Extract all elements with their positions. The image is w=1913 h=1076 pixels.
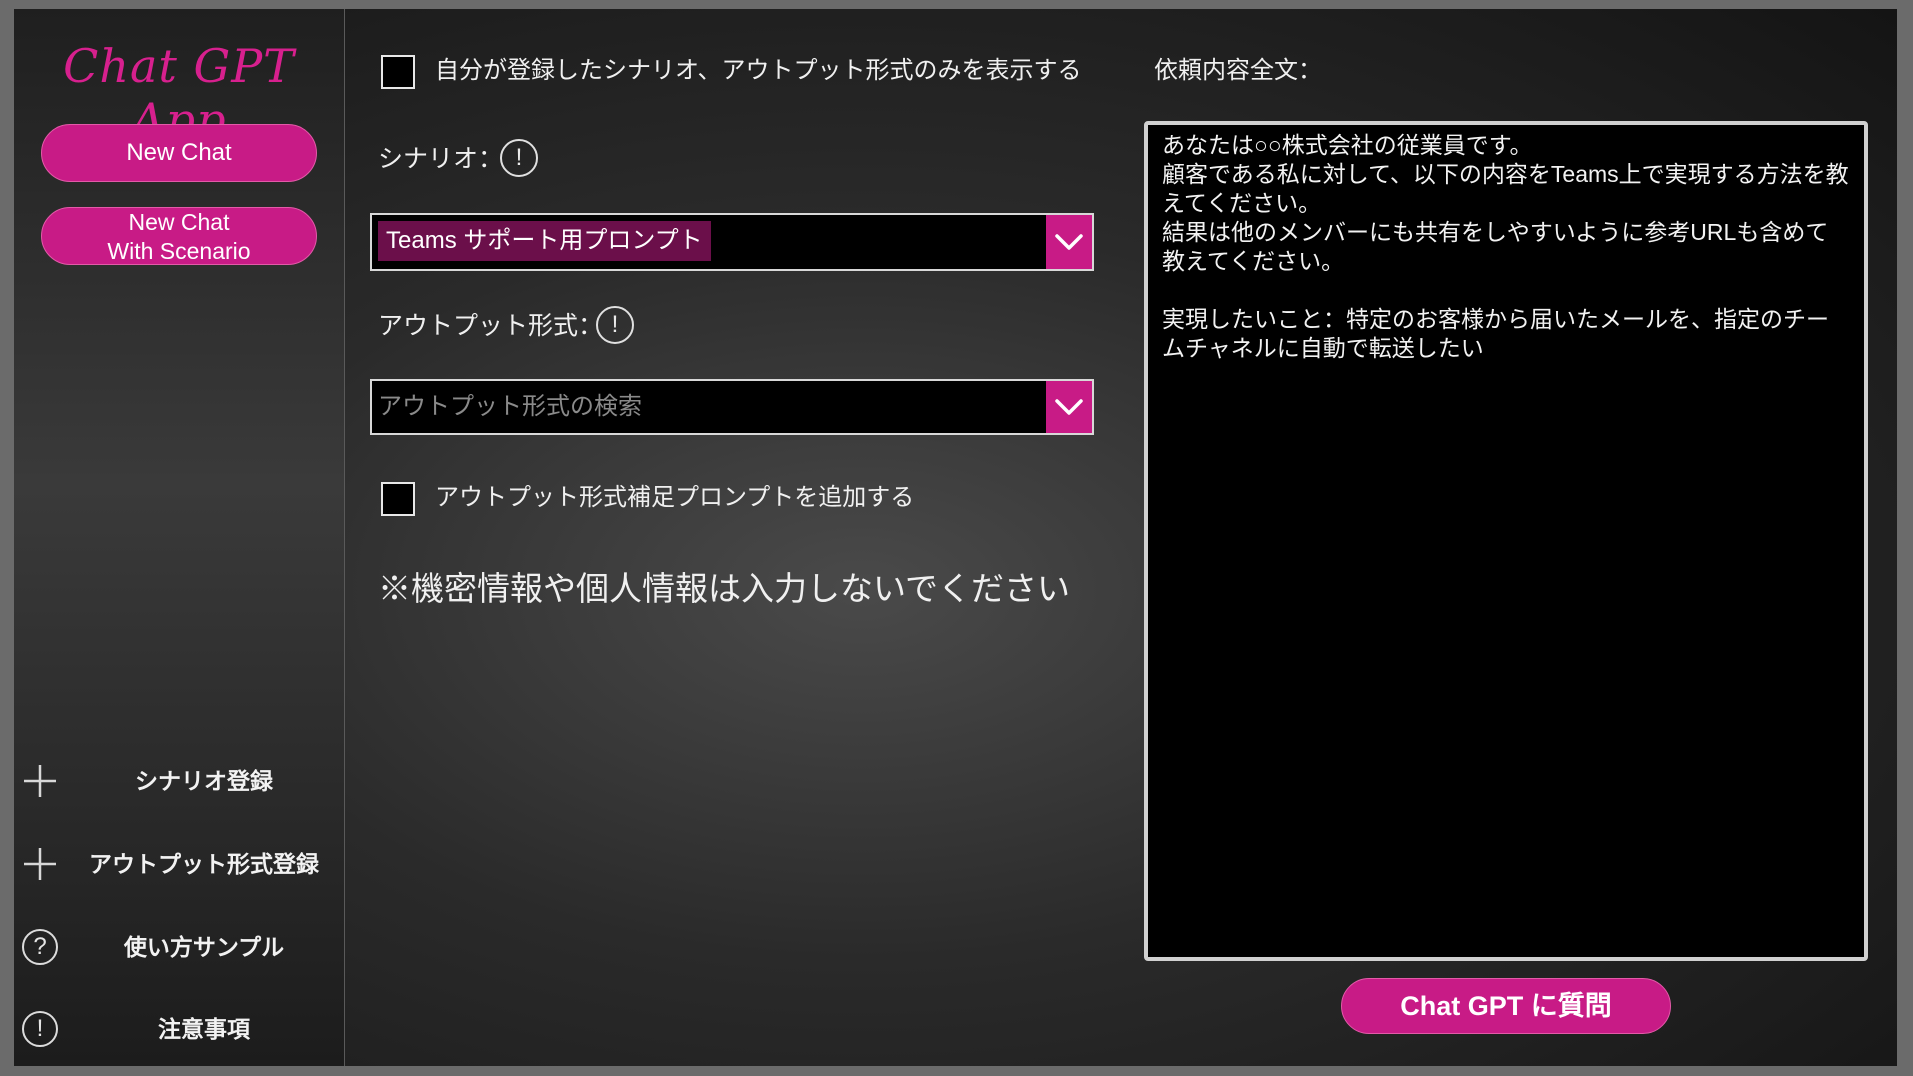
sidebar-item-label: 注意事項 (158, 1016, 250, 1042)
question-circle-icon: ? (20, 927, 60, 967)
chevron-down-icon[interactable] (1046, 215, 1092, 269)
new-chat-scenario-line2: With Scenario (107, 238, 251, 264)
sidebar-item-label: シナリオ登録 (135, 768, 273, 794)
request-textarea[interactable]: あなたは○○株式会社の従業員です。 顧客である私に対して、以下の内容をTeams… (1144, 121, 1868, 961)
scenario-dropdown[interactable]: Teams サポート用プロンプト (370, 213, 1094, 271)
confidential-warning: ※機密情報や個人情報は入力しないでください (378, 570, 1071, 607)
sidebar-item-label: アウトプット形式登録 (89, 851, 319, 877)
sidebar-item-usage-sample[interactable]: ? 使い方サンプル (14, 917, 344, 977)
sidebar-item-label: 使い方サンプル (123, 934, 285, 960)
scenario-label: シナリオ： (378, 145, 504, 173)
request-label: 依頼内容全文： (1154, 57, 1322, 84)
exclamation-circle-icon: ! (20, 1009, 60, 1049)
new-chat-with-scenario-button[interactable]: New Chat With Scenario (41, 207, 317, 265)
add-supplement-checkbox[interactable] (381, 482, 415, 516)
output-format-label: アウトプット形式： (378, 312, 604, 340)
sidebar-item-output-register[interactable]: アウトプット形式登録 (14, 834, 344, 894)
output-format-info-icon[interactable]: ! (596, 306, 634, 344)
new-chat-scenario-line1: New Chat (128, 209, 230, 235)
sidebar-item-notes[interactable]: ! 注意事項 (14, 999, 344, 1059)
sidebar-item-scenario-register[interactable]: シナリオ登録 (14, 751, 344, 811)
plus-icon (20, 761, 60, 801)
add-supplement-label: アウトプット形式補足プロンプトを追加する (435, 484, 915, 511)
output-format-dropdown[interactable]: アウトプット形式の検索 (370, 379, 1094, 435)
scenario-info-icon[interactable]: ! (500, 139, 538, 177)
plus-icon (20, 844, 60, 884)
chevron-down-icon[interactable] (1046, 381, 1092, 433)
only-mine-label: 自分が登録したシナリオ、アウトプット形式のみを表示する (435, 57, 1082, 84)
new-chat-button[interactable]: New Chat (41, 124, 317, 182)
only-mine-checkbox[interactable] (381, 55, 415, 89)
output-format-search-placeholder: アウトプット形式の検索 (378, 393, 642, 420)
app-window: Chat GPT App New Chat New Chat With Scen… (14, 9, 1897, 1066)
sidebar: Chat GPT App New Chat New Chat With Scen… (14, 9, 345, 1066)
ask-chatgpt-button[interactable]: Chat GPT に質問 (1341, 978, 1671, 1034)
scenario-selected-value: Teams サポート用プロンプト (378, 221, 711, 261)
